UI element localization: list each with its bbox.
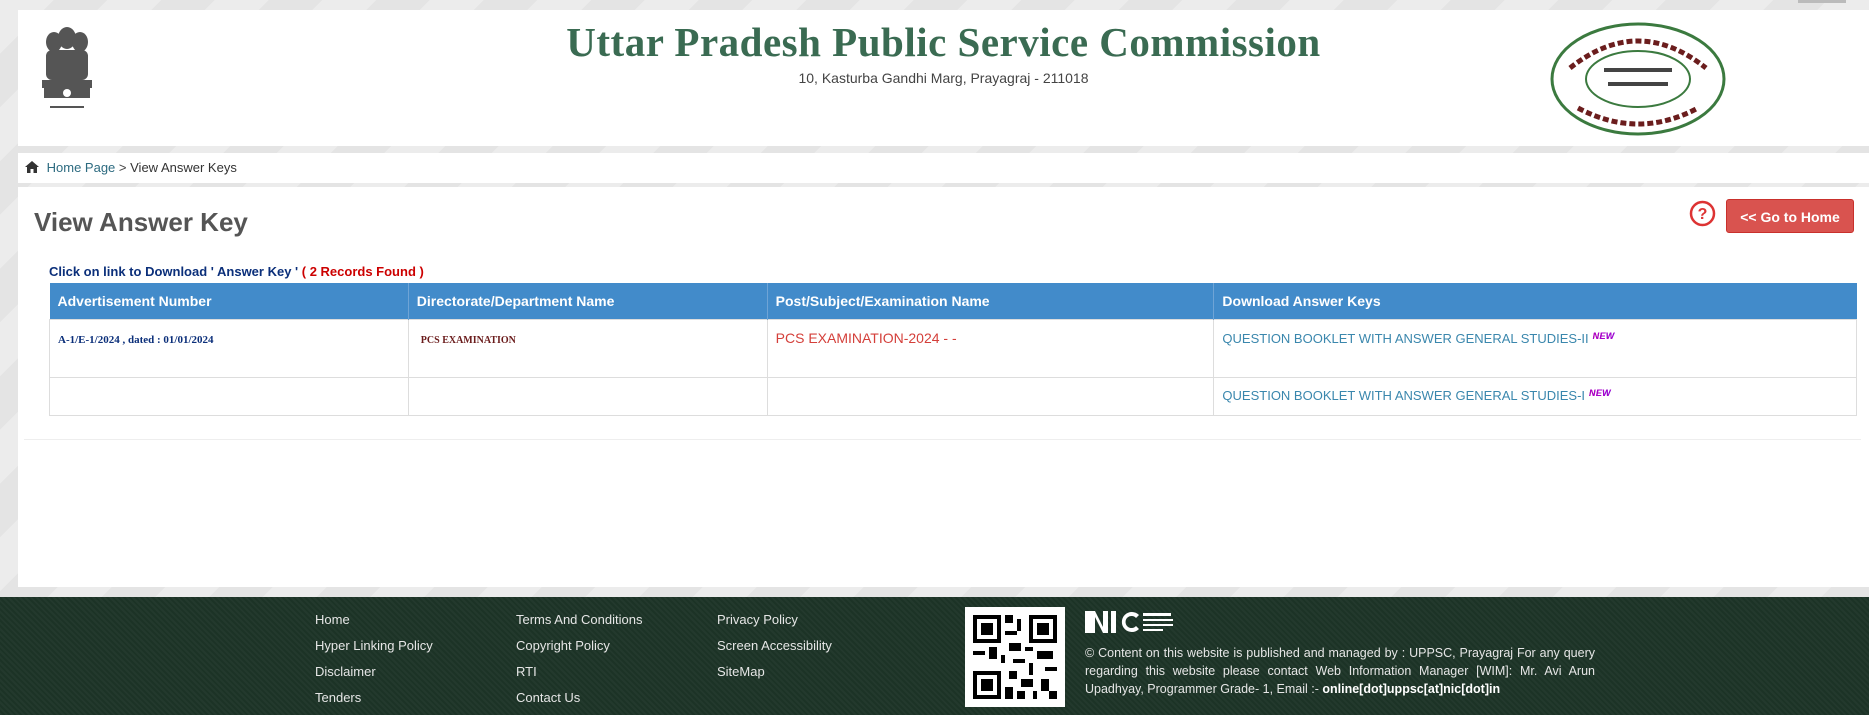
nic-logo bbox=[1085, 611, 1173, 633]
footer-links-column-2: Terms And Conditions Copyright Policy RT… bbox=[516, 607, 642, 711]
footer-link-copyright[interactable]: Copyright Policy bbox=[516, 633, 642, 659]
examination-name: PCS EXAMINATION-2024 - - bbox=[775, 329, 957, 346]
footer-contact-email: online[dot]uppsc[at]nic[dot]in bbox=[1322, 682, 1501, 696]
go-to-home-button[interactable]: << Go to Home bbox=[1726, 199, 1854, 233]
footer-link-home[interactable]: Home bbox=[315, 607, 433, 633]
breadcrumb: Home Page > View Answer Keys bbox=[18, 153, 1869, 183]
site-footer: Home Hyper Linking Policy Disclaimer Ten… bbox=[0, 597, 1869, 715]
page-title: View Answer Key bbox=[34, 207, 248, 237]
table-cell: PCS EXAMINATION-2024 - - bbox=[766, 318, 1215, 378]
column-header: Post/Subject/Examination Name bbox=[767, 283, 1215, 319]
uppsc-seal-logo bbox=[1550, 22, 1726, 136]
new-badge: NEW bbox=[1589, 387, 1611, 398]
svg-text:?: ? bbox=[1698, 206, 1708, 223]
table-header-row: Advertisement Number Directorate/Departm… bbox=[49, 283, 1857, 319]
click-info-text: Click on link to Download ' Answer Key ' bbox=[49, 264, 299, 279]
footer-link-hyper-linking-policy[interactable]: Hyper Linking Policy bbox=[315, 633, 433, 659]
site-header: Uttar Pradesh Public Service Commission … bbox=[18, 10, 1869, 146]
breadcrumb-inner: Home Page > View Answer Keys bbox=[25, 153, 237, 183]
main-content: View Answer Key ? << Go to Home Click on… bbox=[18, 187, 1869, 587]
table-cell: A-1/E-1/2024 , dated : 01/01/2024 bbox=[49, 318, 409, 378]
table-cell bbox=[49, 376, 409, 416]
breadcrumb-separator: > bbox=[118, 160, 127, 175]
table-cell: QUESTION BOOKLET WITH ANSWER GENERAL STU… bbox=[1213, 318, 1857, 378]
breadcrumb-home-link[interactable]: Home Page bbox=[47, 160, 116, 175]
download-answer-key-link[interactable]: QUESTION BOOKLET WITH ANSWER GENERAL STU… bbox=[1222, 331, 1588, 346]
content-divider bbox=[24, 439, 1861, 440]
table-row: QUESTION BOOKLET WITH ANSWER GENERAL STU… bbox=[49, 376, 1857, 416]
footer-content-info: © Content on this website is published a… bbox=[1085, 644, 1595, 698]
column-header: Directorate/Department Name bbox=[408, 283, 768, 319]
qr-code bbox=[965, 607, 1065, 707]
advertisement-number: A-1/E-1/2024 , dated : 01/01/2024 bbox=[58, 333, 214, 346]
answer-key-table: Advertisement Number Directorate/Departm… bbox=[49, 283, 1857, 416]
footer-link-sitemap[interactable]: SiteMap bbox=[717, 659, 832, 685]
table-cell: PCS EXAMINATION bbox=[407, 318, 768, 378]
records-found-count: ( 2 Records Found ) bbox=[301, 264, 424, 279]
new-badge: NEW bbox=[1592, 330, 1615, 341]
table-cell bbox=[407, 376, 768, 416]
column-header: Download Answer Keys bbox=[1213, 283, 1857, 319]
footer-links-column-3: Privacy Policy Screen Accessibility Site… bbox=[717, 607, 832, 685]
footer-link-accessibility[interactable]: Screen Accessibility bbox=[717, 633, 832, 659]
download-instructions: Click on link to Download ' Answer Key '… bbox=[49, 264, 424, 279]
footer-link-contact[interactable]: Contact Us bbox=[516, 685, 642, 711]
download-answer-key-link[interactable]: QUESTION BOOKLET WITH ANSWER GENERAL STU… bbox=[1222, 388, 1585, 403]
footer-link-tenders[interactable]: Tenders bbox=[315, 685, 433, 711]
home-icon bbox=[25, 161, 39, 173]
column-header: Advertisement Number bbox=[49, 283, 409, 319]
footer-links-column-1: Home Hyper Linking Policy Disclaimer Ten… bbox=[315, 607, 433, 711]
help-icon[interactable]: ? bbox=[1689, 200, 1716, 227]
footer-link-rti[interactable]: RTI bbox=[516, 659, 642, 685]
breadcrumb-current: View Answer Keys bbox=[130, 160, 237, 175]
footer-link-privacy[interactable]: Privacy Policy bbox=[717, 607, 832, 633]
footer-link-disclaimer[interactable]: Disclaimer bbox=[315, 659, 433, 685]
department-name bbox=[417, 392, 421, 403]
table-cell bbox=[766, 376, 1215, 416]
table-cell: QUESTION BOOKLET WITH ANSWER GENERAL STU… bbox=[1213, 376, 1857, 416]
table-row: A-1/E-1/2024 , dated : 01/01/2024 PCS EX… bbox=[49, 318, 1857, 378]
top-edge-marker bbox=[1798, 0, 1846, 3]
footer-link-terms[interactable]: Terms And Conditions bbox=[516, 607, 642, 633]
department-name: PCS EXAMINATION bbox=[420, 334, 516, 346]
